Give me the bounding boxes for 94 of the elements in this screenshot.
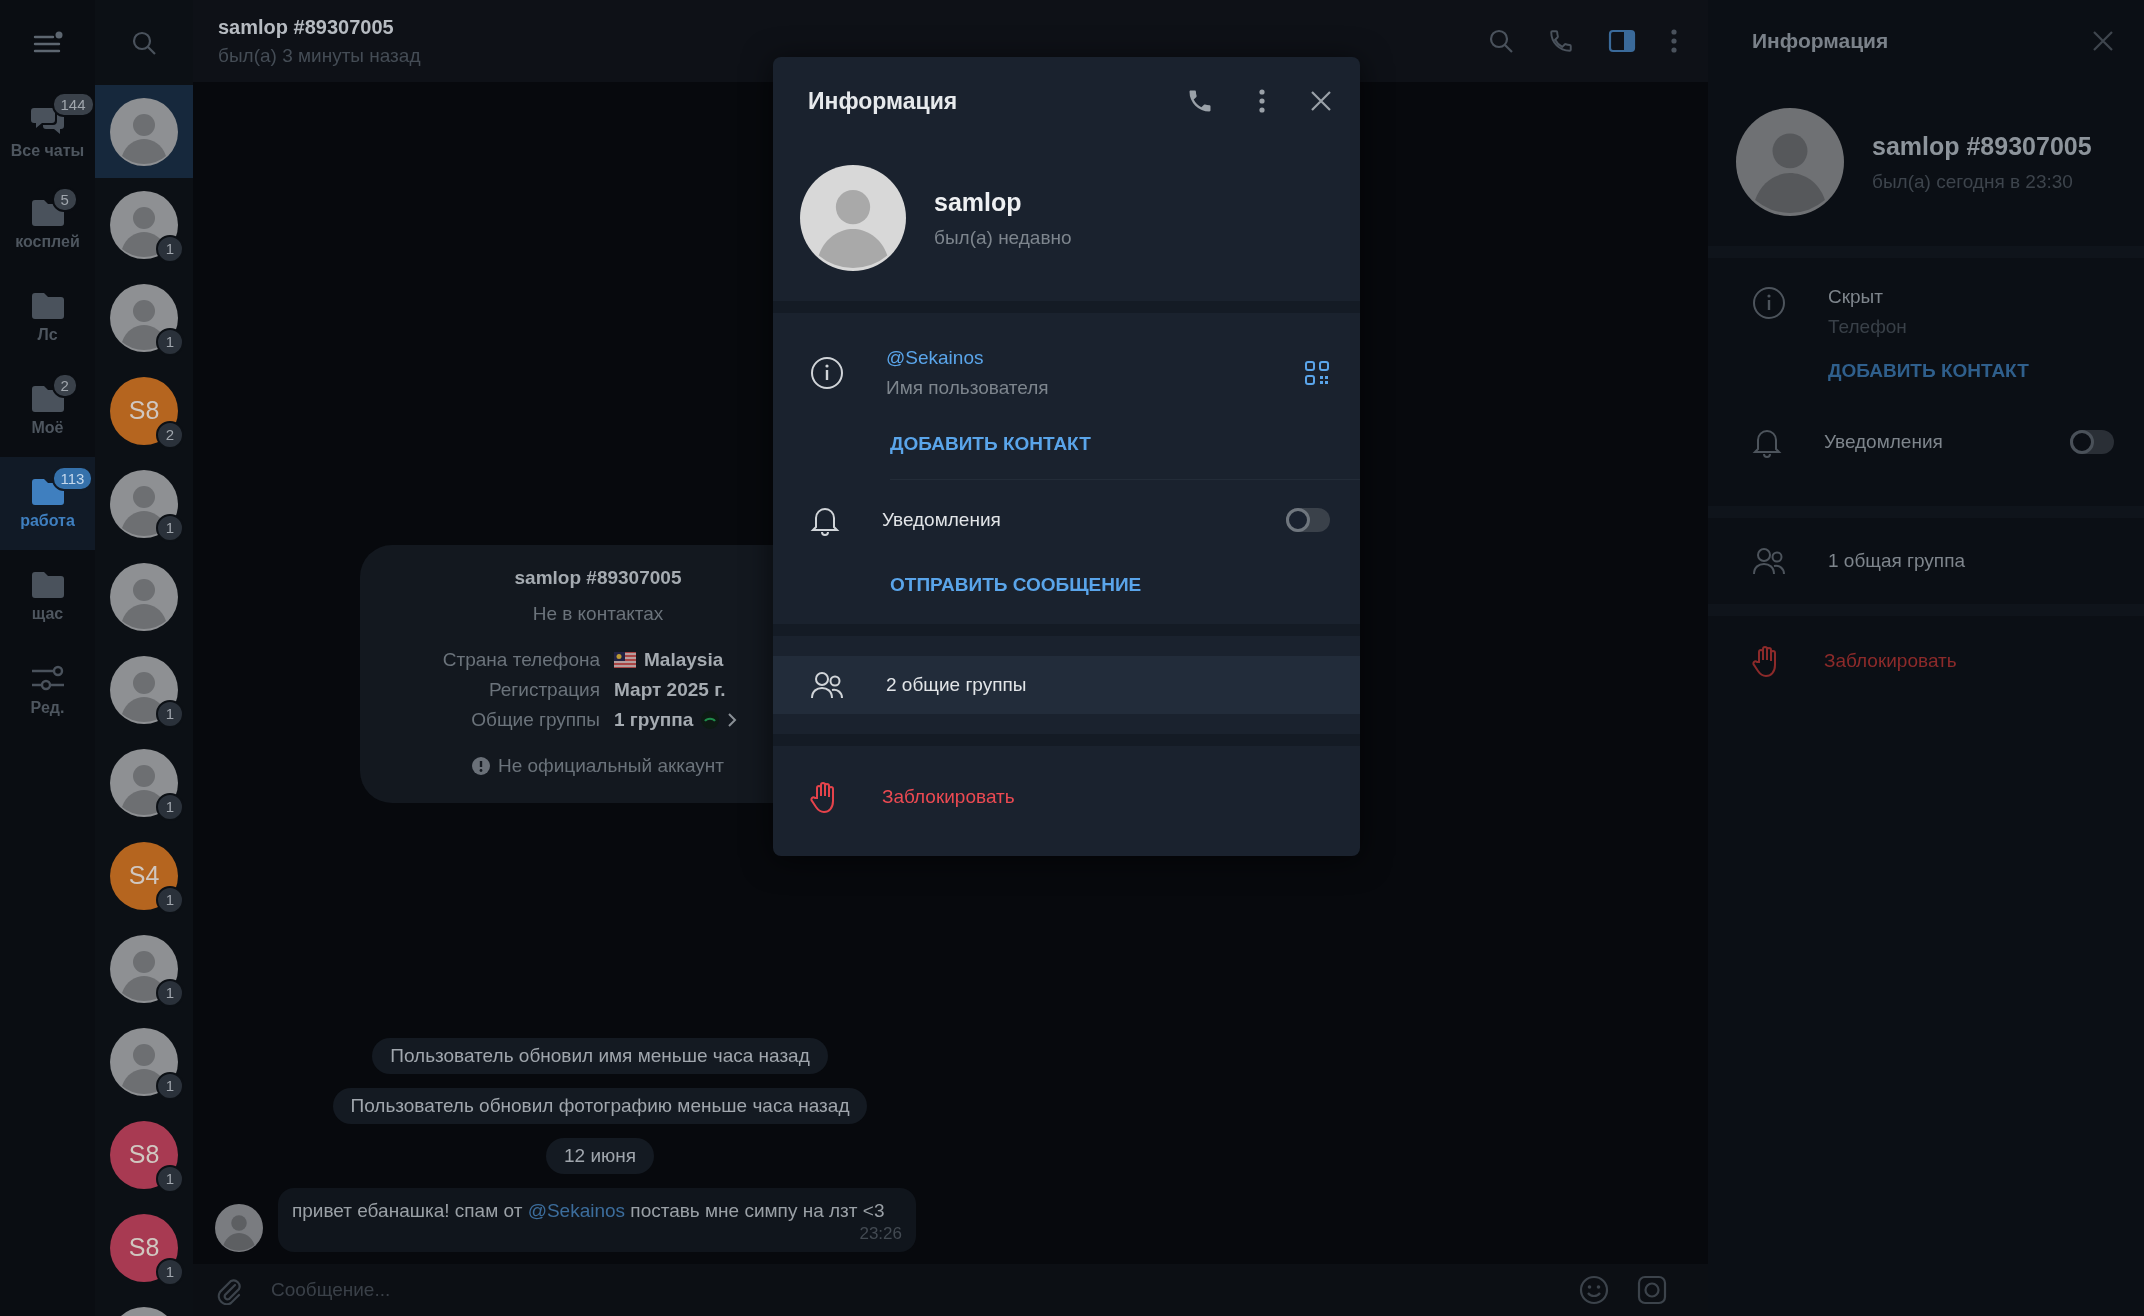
warning-icon	[471, 757, 490, 775]
more-icon[interactable]	[1258, 88, 1266, 114]
avatar	[110, 283, 178, 352]
unread-count: 1	[156, 885, 184, 914]
chat-item[interactable]	[95, 85, 193, 178]
info-icon	[810, 356, 844, 390]
field-value: 1 группа	[614, 709, 694, 731]
chat-item[interactable]: 1	[95, 178, 193, 271]
date-separator: 12 июня	[545, 1138, 655, 1174]
chat-item[interactable]: S8 1	[95, 1201, 193, 1294]
chat-item[interactable]: 1	[95, 643, 193, 736]
field-value: Март 2025 г.	[614, 679, 726, 701]
note-text: Не официальный аккаунт	[497, 755, 725, 777]
unread-count: 1	[156, 792, 184, 821]
add-contact-link[interactable]: ДОБАВИТЬ КОНТАКТ	[890, 433, 1091, 455]
avatar	[110, 655, 178, 724]
unread-count: 2	[51, 372, 78, 398]
chat-item[interactable]: 1	[95, 457, 193, 550]
chevron-icon[interactable]	[727, 712, 738, 728]
avatar	[110, 469, 178, 538]
folder-tab[interactable]: 113 работа	[0, 457, 95, 550]
folder-tab[interactable]: 5 косплей	[0, 178, 95, 271]
unread-count: 144	[51, 91, 95, 117]
unread-count: 1	[156, 1164, 184, 1193]
unread-count: 5	[51, 186, 78, 212]
folder-icon	[29, 570, 66, 599]
mention-link[interactable]: @Sekainos	[527, 1200, 626, 1221]
field-label: Регистрация	[487, 679, 600, 701]
chat-item[interactable]: 1	[95, 736, 193, 829]
notifications-label: Уведомления	[1824, 431, 1944, 453]
avatar	[110, 190, 178, 259]
avatar	[110, 1027, 178, 1096]
folder-icon	[29, 291, 66, 320]
field-value: Malaysia	[644, 649, 724, 671]
notifications-toggle[interactable]	[1286, 508, 1330, 532]
chat-item[interactable]: 1	[95, 1015, 193, 1108]
field-label: Общие группы	[470, 709, 600, 731]
chat-status: был(а) 3 минуты назад	[218, 44, 422, 67]
groups-row[interactable]: 2 общие группы	[773, 656, 1360, 714]
profile-name: samlop	[934, 187, 1023, 217]
phone-value: Скрыт	[1828, 286, 1884, 308]
info-icon	[1752, 286, 1786, 320]
search-icon[interactable]	[131, 29, 157, 56]
groups-text: 2 общие группы	[886, 674, 1027, 696]
send-message-link[interactable]: ОТПРАВИТЬ СООБЩЕНИЕ	[890, 574, 1142, 596]
chat-item[interactable]: 1	[95, 271, 193, 364]
field-label: Страна телефона	[442, 649, 600, 671]
card-title: samlop #89307005	[514, 567, 682, 589]
profile-status: был(а) недавно	[934, 226, 1072, 249]
folder-tab[interactable]: 144 Все чаты	[0, 85, 95, 178]
flag-icon	[614, 652, 636, 668]
avatar	[215, 1204, 263, 1252]
people-icon	[810, 670, 844, 700]
unread-count: 1	[156, 327, 184, 356]
chat-item[interactable]: 1	[95, 922, 193, 1015]
avatar	[110, 748, 178, 817]
camera-icon[interactable]	[1636, 1274, 1668, 1306]
profile-name: samlop #89307005	[1872, 131, 2092, 161]
sidebar-toggle-icon[interactable]	[1608, 29, 1636, 53]
unread-count: 1	[156, 1071, 184, 1100]
chat-title: samlop #89307005	[218, 15, 395, 39]
chat-item[interactable]: S4 1	[95, 829, 193, 922]
unread-count: 2	[156, 420, 184, 449]
groups-link[interactable]: 1 общая группа	[1828, 550, 1965, 572]
panel-title: Информация	[1752, 29, 1889, 53]
avatar	[110, 934, 178, 1003]
close-icon[interactable]	[1310, 90, 1332, 112]
card-subtitle: Не в контактах	[532, 603, 664, 625]
dialog-title: Информация	[808, 87, 959, 115]
people-icon	[1752, 546, 1786, 576]
add-contact-link[interactable]: ДОБАВИТЬ КОНТАКТ	[1828, 360, 2029, 382]
notifications-toggle[interactable]	[2070, 430, 2114, 454]
unread-count: 1	[156, 978, 184, 1007]
qr-code-icon[interactable]	[1304, 360, 1330, 386]
field-label: Имя пользователя	[886, 377, 1050, 399]
block-button[interactable]: Заблокировать	[882, 786, 1015, 808]
chat-item[interactable]: S8 1	[95, 1108, 193, 1201]
avatar	[110, 97, 178, 166]
chat-item[interactable]: S8 2	[95, 364, 193, 457]
service-message: Пользователь обновил фотографию меньше часа назад	[332, 1088, 868, 1124]
avatar	[110, 562, 178, 631]
group-avatar-icon	[701, 711, 720, 729]
emoji-icon[interactable]	[1578, 1274, 1610, 1306]
unread-count: 1	[156, 513, 184, 542]
username-link[interactable]: @Sekainos	[886, 347, 1262, 369]
service-message: Пользователь обновил имя меньше часа назад	[372, 1038, 828, 1074]
unread-count: 113	[51, 465, 94, 491]
message-text: привет ебанашка! спам от @Sekainos поставь мне симпу на лзт <3	[292, 1199, 886, 1223]
unread-count: 1	[156, 234, 184, 263]
unread-count: 1	[156, 1257, 184, 1286]
folder-tab[interactable]: 2 Моё	[0, 364, 95, 457]
search-icon[interactable]	[1488, 28, 1514, 54]
unread-count: 1	[156, 699, 184, 728]
notifications-label: Уведомления	[882, 509, 1002, 531]
